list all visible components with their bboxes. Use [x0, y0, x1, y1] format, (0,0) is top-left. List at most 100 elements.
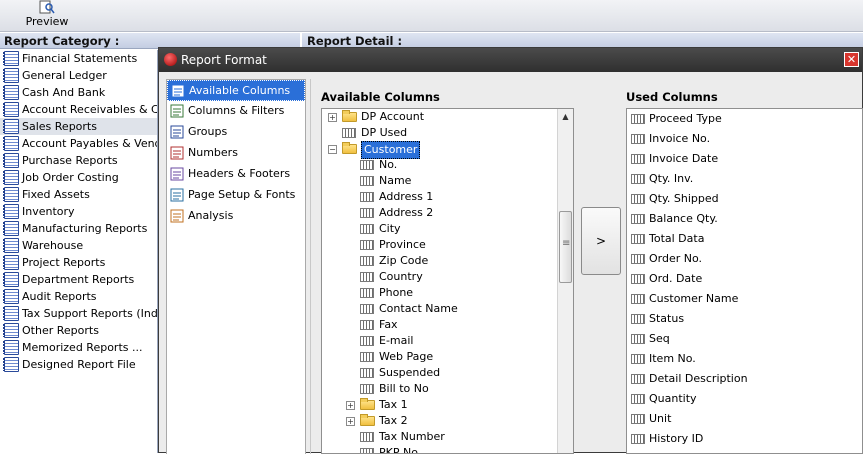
column-icon: [631, 354, 645, 364]
tree-item-e-mail[interactable]: E-mail: [322, 333, 573, 349]
category-item-other-reports[interactable]: Other Reports: [0, 322, 157, 339]
category-item-audit-reports[interactable]: Audit Reports: [0, 288, 157, 305]
expand-icon[interactable]: +: [346, 417, 355, 426]
used-column-qty-shipped[interactable]: Qty. Shipped: [627, 189, 862, 209]
used-column-qty-inv[interactable]: Qty. Inv.: [627, 169, 862, 189]
tree-item-fax[interactable]: Fax: [322, 317, 573, 333]
used-column-label: Qty. Shipped: [649, 192, 719, 205]
category-item-warehouse[interactable]: Warehouse: [0, 237, 157, 254]
nav-item-available-columns[interactable]: Available Columns: [167, 80, 305, 101]
tree-item-city[interactable]: City: [322, 221, 573, 237]
tree-label: No.: [379, 158, 398, 171]
tree-scrollbar[interactable]: ▲: [557, 109, 573, 453]
scroll-thumb[interactable]: [559, 211, 572, 283]
tree-item-zip-code[interactable]: Zip Code: [322, 253, 573, 269]
nav-item-groups[interactable]: Groups: [167, 122, 305, 143]
used-column-invoice-no[interactable]: Invoice No.: [627, 129, 862, 149]
category-item-designed-report-file[interactable]: Designed Report File: [0, 356, 157, 373]
tree-label: Country: [379, 270, 423, 283]
column-icon: [631, 194, 645, 204]
tree-item-contact-name[interactable]: Contact Name: [322, 301, 573, 317]
used-column-label: Qty. Inv.: [649, 172, 694, 185]
tree-item-web-page[interactable]: Web Page: [322, 349, 573, 365]
tree-item-country[interactable]: Country: [322, 269, 573, 285]
tree-item-tax-1[interactable]: + Tax 1: [322, 397, 573, 413]
tree-item-tax-2[interactable]: + Tax 2: [322, 413, 573, 429]
tree-item-customer[interactable]: − Customer: [322, 141, 573, 159]
nav-item-analysis[interactable]: Analysis: [167, 206, 305, 227]
available-columns-title: Available Columns: [321, 90, 440, 104]
report-book-icon: [3, 187, 19, 202]
used-column-invoice-date[interactable]: Invoice Date: [627, 149, 862, 169]
category-item-sales-reports[interactable]: Sales Reports: [0, 118, 157, 135]
category-item-project-reports[interactable]: Project Reports: [0, 254, 157, 271]
tree-item-bill-to-no[interactable]: Bill to No: [322, 381, 573, 397]
used-column-total-data[interactable]: Total Data: [627, 229, 862, 249]
category-item-memorized-reports[interactable]: Memorized Reports ...: [0, 339, 157, 356]
used-column-proceed-type[interactable]: Proceed Type: [627, 109, 862, 129]
tree-item-address-2[interactable]: Address 2: [322, 205, 573, 221]
used-column-balance-qty[interactable]: Balance Qty.: [627, 209, 862, 229]
category-item-general-ledger[interactable]: General Ledger: [0, 67, 157, 84]
used-column-label: Invoice Date: [649, 152, 719, 165]
category-item-purchase-reports[interactable]: Purchase Reports: [0, 152, 157, 169]
used-column-quantity[interactable]: Quantity: [627, 389, 862, 409]
nav-item-headers-footers[interactable]: Headers & Footers: [167, 164, 305, 185]
tree-label: Bill to No: [379, 382, 429, 395]
used-column-status[interactable]: Status: [627, 309, 862, 329]
used-columns-list[interactable]: Proceed Type Invoice No. Invoice Date Qty. …: [626, 108, 863, 454]
column-icon: [631, 174, 645, 184]
close-button[interactable]: ✕: [844, 52, 859, 67]
category-item-fixed-assets[interactable]: Fixed Assets: [0, 186, 157, 203]
category-item-financial-statements[interactable]: Financial Statements: [0, 50, 157, 67]
used-column-label: Item No.: [649, 352, 696, 365]
expand-icon[interactable]: +: [346, 401, 355, 410]
report-book-icon: [3, 357, 19, 372]
category-item-inventory[interactable]: Inventory: [0, 203, 157, 220]
tree-item-suspended[interactable]: Suspended: [322, 365, 573, 381]
preview-button[interactable]: Preview: [22, 0, 72, 32]
tree-item-province[interactable]: Province: [322, 237, 573, 253]
used-column-unit[interactable]: Unit: [627, 409, 862, 429]
used-column-ord-date[interactable]: Ord. Date: [627, 269, 862, 289]
collapse-icon[interactable]: −: [328, 145, 337, 154]
tree-item-phone[interactable]: Phone: [322, 285, 573, 301]
category-label: Account Payables & Vendors: [22, 137, 157, 150]
column-icon: [631, 154, 645, 164]
category-item-department-reports[interactable]: Department Reports: [0, 271, 157, 288]
tree-item-dp-account[interactable]: + DP Account: [322, 109, 573, 125]
nav-item-columns-filters[interactable]: Columns & Filters: [167, 101, 305, 122]
report-book-icon: [3, 170, 19, 185]
column-icon: [360, 192, 374, 202]
column-icon: [631, 334, 645, 344]
tree-label: Tax Number: [379, 430, 445, 443]
category-item-tax-support-reports-indonesia[interactable]: Tax Support Reports (Indonesia): [0, 305, 157, 322]
nav-item-numbers[interactable]: Numbers: [167, 143, 305, 164]
tree-item-dp-used[interactable]: DP Used: [322, 125, 573, 141]
preview-icon: [39, 0, 55, 14]
report-book-icon: [3, 153, 19, 168]
nav-item-page-setup-fonts[interactable]: Page Setup & Fonts: [167, 185, 305, 206]
report-book-icon: [3, 136, 19, 151]
category-item-cash-and-bank[interactable]: Cash And Bank: [0, 84, 157, 101]
used-column-customer-name[interactable]: Customer Name: [627, 289, 862, 309]
used-column-detail-description[interactable]: Detail Description: [627, 369, 862, 389]
used-column-history-id[interactable]: History ID: [627, 429, 862, 449]
scroll-up-icon[interactable]: ▲: [558, 109, 573, 125]
category-item-account-receivables-customers[interactable]: Account Receivables & Customers: [0, 101, 157, 118]
expand-icon[interactable]: +: [328, 113, 337, 122]
category-item-job-order-costing[interactable]: Job Order Costing: [0, 169, 157, 186]
column-icon: [631, 214, 645, 224]
category-item-manufacturing-reports[interactable]: Manufacturing Reports: [0, 220, 157, 237]
tree-item-address-1[interactable]: Address 1: [322, 189, 573, 205]
tree-item-no[interactable]: No.: [322, 157, 573, 173]
tree-label: Address 1: [379, 190, 434, 203]
category-item-account-payables-vendors[interactable]: Account Payables & Vendors: [0, 135, 157, 152]
used-column-order-no[interactable]: Order No.: [627, 249, 862, 269]
tree-item-tax-number[interactable]: Tax Number: [322, 429, 573, 445]
add-column-button[interactable]: >: [581, 207, 621, 275]
used-column-item-no[interactable]: Item No.: [627, 349, 862, 369]
used-column-seq[interactable]: Seq: [627, 329, 862, 349]
available-columns-tree[interactable]: + DP Account DP Used − Customer No. Name Addres…: [321, 108, 574, 454]
tree-item-name[interactable]: Name: [322, 173, 573, 189]
